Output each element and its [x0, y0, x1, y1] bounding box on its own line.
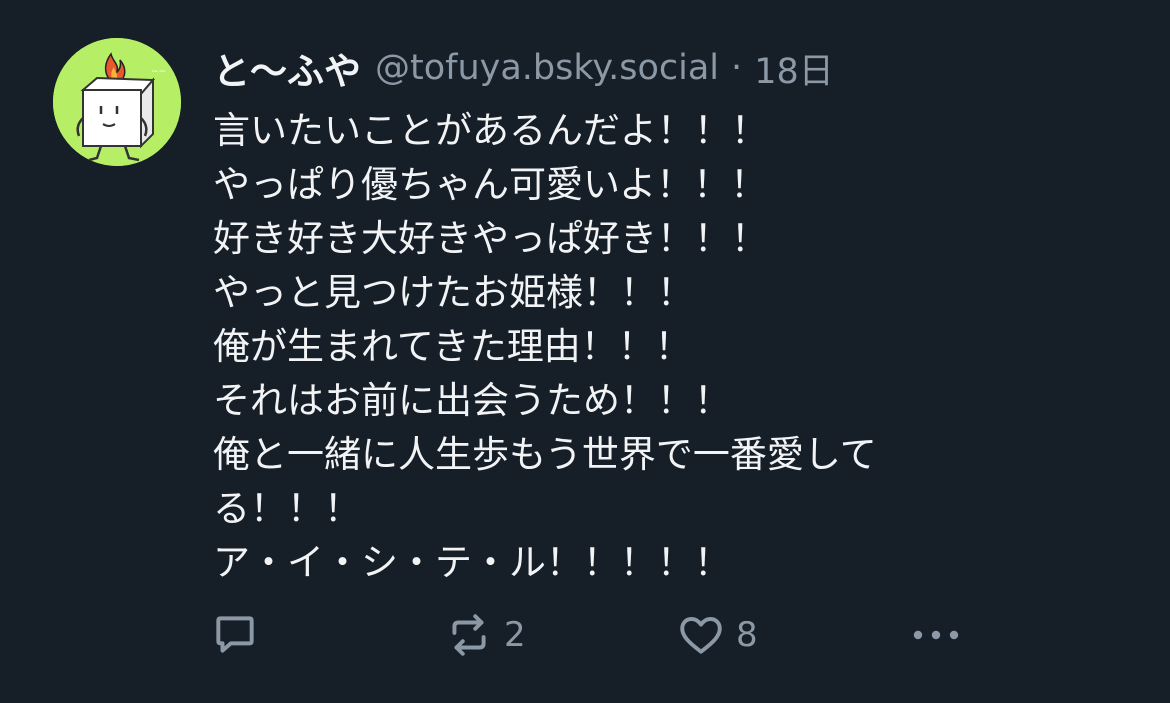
handle[interactable]: @tofuya.bsky.social — [375, 48, 719, 88]
post-text-line: やっぱり優ちゃん可愛いよ！！！ — [213, 163, 768, 206]
display-name[interactable]: と〜ふや — [213, 41, 361, 95]
post-text-line: ア・イ・シ・テ・ル！！！！！ — [213, 541, 731, 584]
separator-dot: · — [731, 48, 743, 88]
post-text-line: それはお前に出会うため！！！ — [213, 379, 731, 422]
repost-button[interactable]: 2 — [444, 610, 526, 660]
post-text-line: 好き好き大好きやっぱ好き！！！ — [213, 217, 768, 260]
post-text: 言いたいことがあるんだよ！！！ やっぱり優ちゃん可愛いよ！！！ 好き好き大好きや… — [213, 104, 973, 590]
reply-icon — [216, 616, 254, 653]
more-icon — [913, 630, 959, 640]
more-options-button[interactable] — [908, 610, 964, 660]
post-text-line: 言いたいことがあるんだよ！！！ — [213, 109, 768, 152]
repost-icon — [452, 614, 486, 656]
heart-icon — [680, 616, 722, 654]
post-text-line: やっと見つけたお姫様！！！ — [213, 271, 694, 314]
like-count: 8 — [736, 615, 758, 655]
post-text-line: 俺と一緒に人生歩もう世界で一番愛して — [213, 433, 877, 476]
post-text-line: る！！！ — [213, 487, 361, 530]
post-timestamp[interactable]: 18日 — [754, 43, 834, 94]
like-button[interactable]: 8 — [676, 610, 758, 660]
post-text-line: 俺が生まれてきた理由！！！ — [213, 325, 692, 368]
post-actions: 2 8 — [210, 610, 970, 660]
post-header: と〜ふや @tofuya.bsky.social · 18日 — [213, 40, 834, 96]
svg-text:~~: ~~ — [151, 67, 166, 77]
avatar[interactable]: ~~ — [53, 38, 181, 166]
post: ~~ と〜ふや @tofuya.bsky.social · 18日 言いたいこと… — [0, 0, 1170, 703]
repost-count: 2 — [504, 615, 526, 655]
reply-button[interactable] — [210, 610, 260, 660]
tofu-character-icon: ~~ — [53, 38, 181, 166]
